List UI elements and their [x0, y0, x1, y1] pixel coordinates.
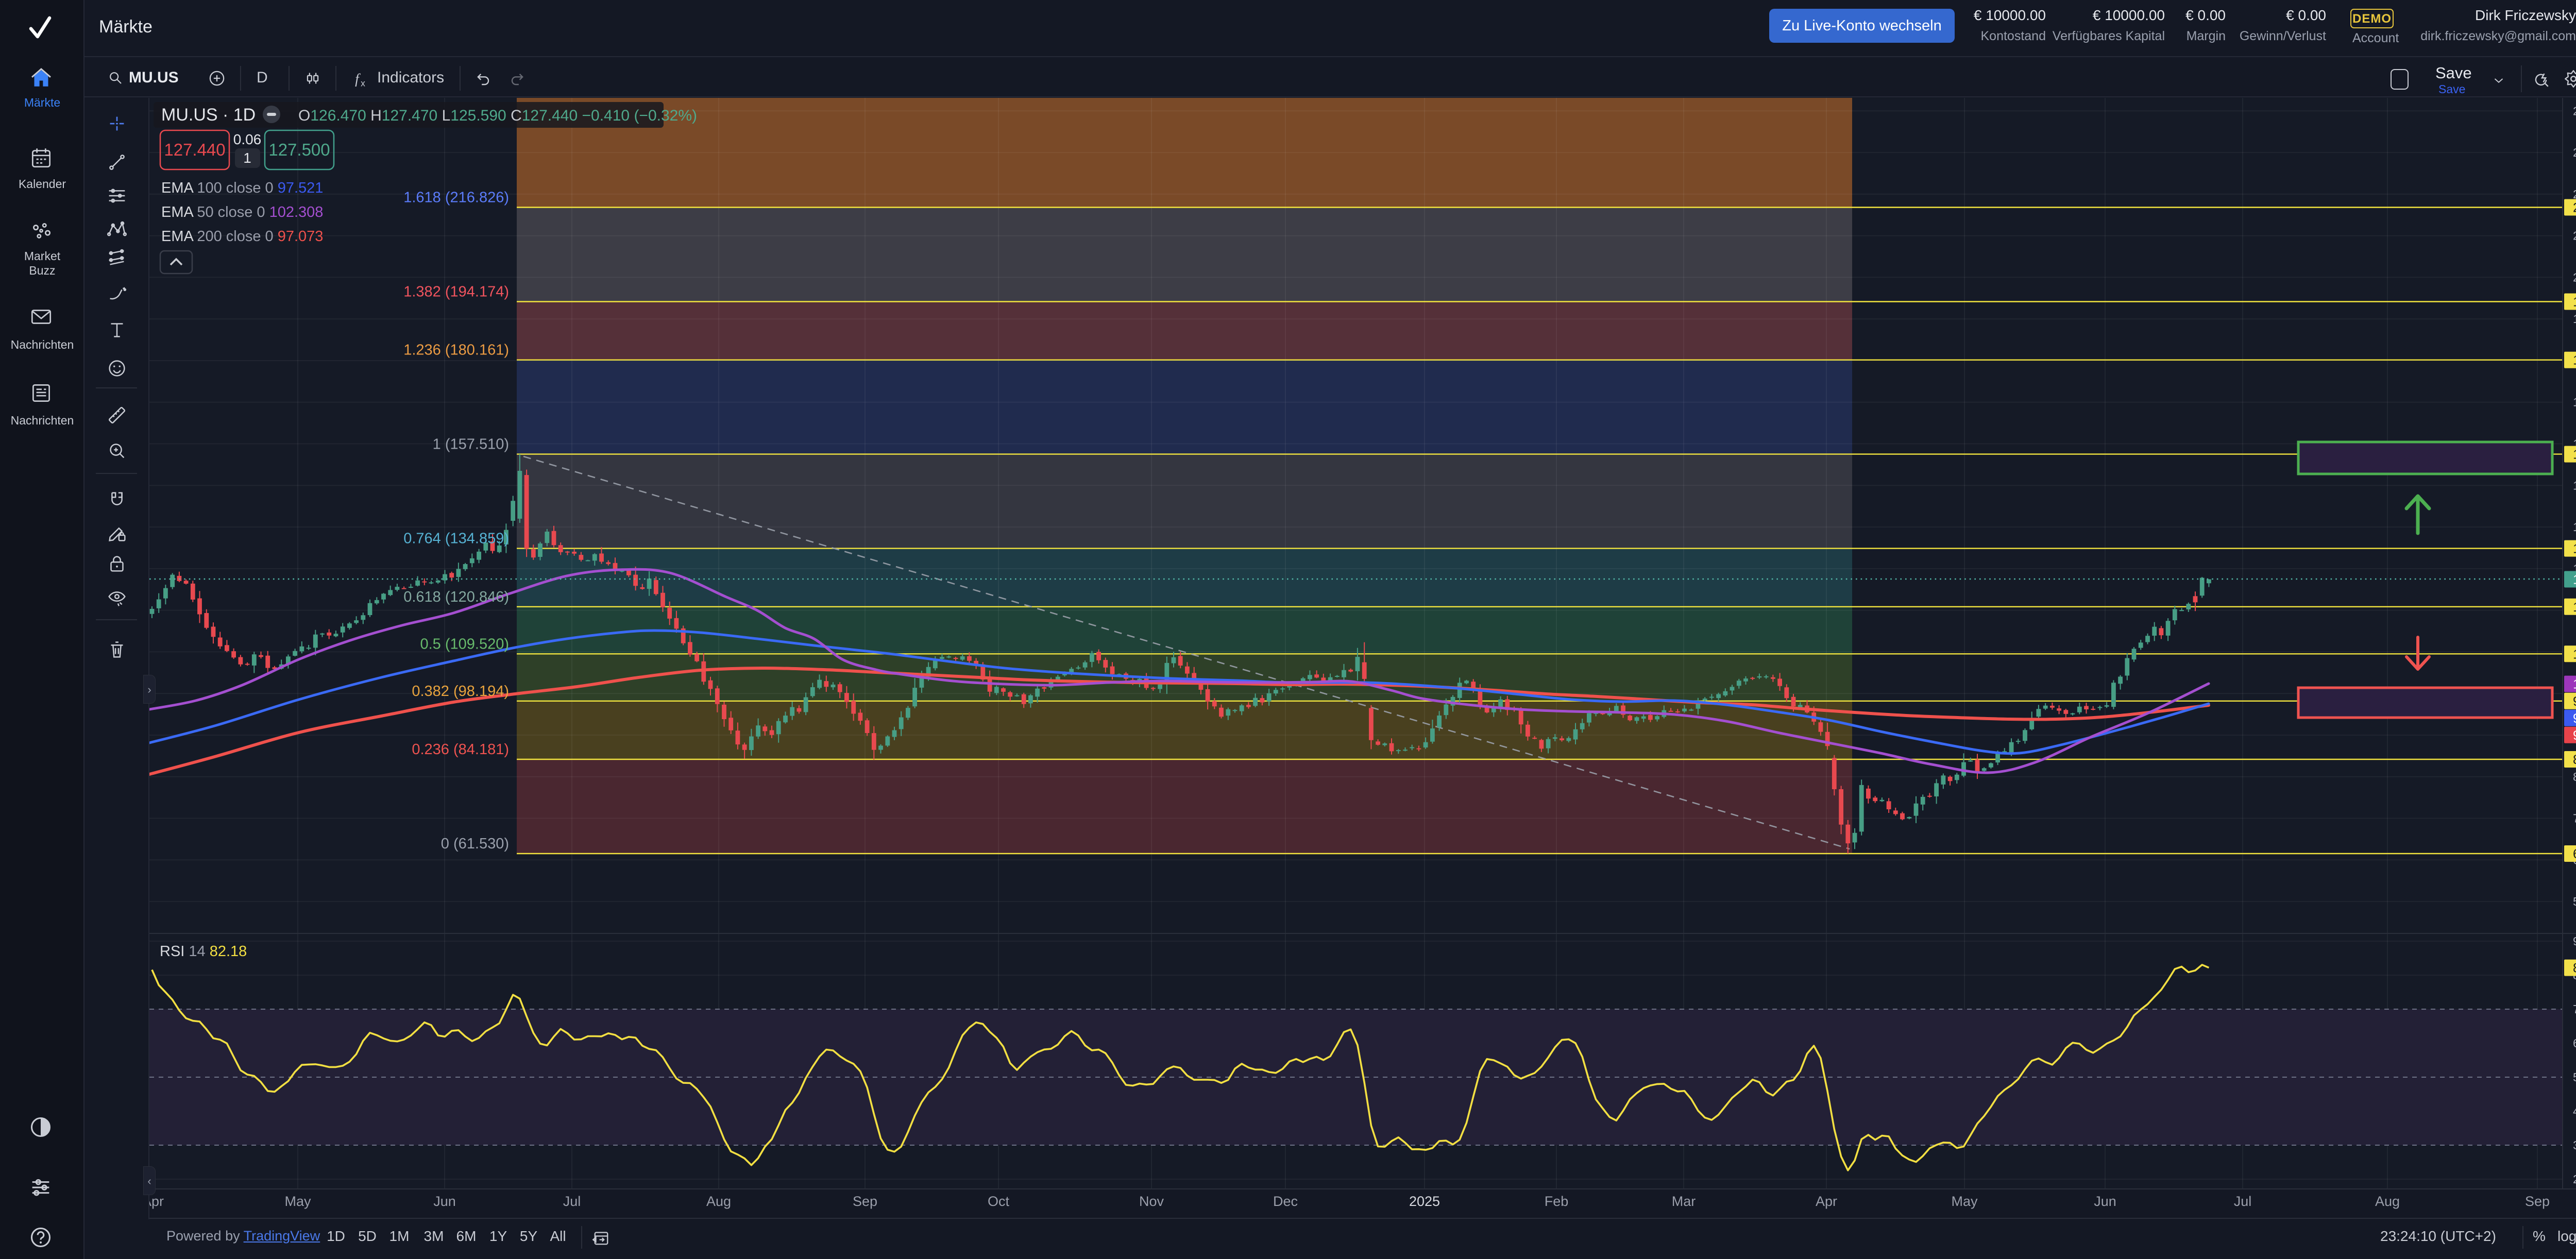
svg-text:50.000: 50.000: [2573, 895, 2576, 908]
svg-text:127.440: 127.440: [164, 140, 225, 159]
svg-text:Aug: Aug: [2375, 1194, 2400, 1209]
svg-text:61.530: 61.530: [2573, 847, 2576, 861]
svg-text:0.06: 0.06: [233, 131, 262, 147]
svg-text:109.520: 109.520: [2573, 647, 2576, 661]
svg-text:2025: 2025: [1409, 1194, 1440, 1209]
svg-text:127.500: 127.500: [268, 140, 330, 159]
svg-text:40.00: 40.00: [2573, 1104, 2576, 1118]
svg-text:Mar: Mar: [1672, 1194, 1696, 1209]
svg-text:x: x: [361, 78, 365, 89]
svg-text:May: May: [1951, 1194, 1978, 1209]
svg-text:102.308: 102.308: [2573, 677, 2576, 692]
svg-text:134.859: 134.859: [2573, 542, 2576, 556]
svg-text:0.618 (120.846): 0.618 (120.846): [403, 589, 509, 605]
svg-text:140.000: 140.000: [2573, 520, 2576, 534]
svg-text:0.382 (98.194): 0.382 (98.194): [412, 683, 509, 700]
svg-text:1.236 (180.161): 1.236 (180.161): [403, 342, 509, 359]
svg-text:240.000: 240.000: [2573, 104, 2576, 117]
svg-text:Jul: Jul: [2234, 1194, 2252, 1209]
svg-text:0.236 (84.181): 0.236 (84.181): [412, 741, 509, 758]
svg-text:97.521: 97.521: [2573, 711, 2576, 726]
svg-text:230.000: 230.000: [2573, 146, 2576, 159]
svg-text:157.510: 157.510: [2573, 448, 2576, 462]
svg-text:80.000: 80.000: [2573, 770, 2576, 784]
svg-text:90.00: 90.00: [2573, 934, 2576, 948]
svg-text:150.000: 150.000: [2573, 479, 2576, 492]
svg-text:216.826: 216.826: [2573, 201, 2576, 215]
svg-text:Jun: Jun: [433, 1194, 456, 1209]
svg-text:200.000: 200.000: [2573, 270, 2576, 284]
svg-text:EMA 200 close 0 97.073: EMA 200 close 0 97.073: [161, 228, 323, 245]
svg-text:Aug: Aug: [706, 1194, 731, 1209]
svg-text:Apr: Apr: [1816, 1194, 1837, 1209]
svg-text:97.073: 97.073: [2573, 728, 2576, 743]
svg-text:EMA 100 close 0 97.521: EMA 100 close 0 97.521: [161, 180, 323, 196]
svg-text:60.00: 60.00: [2573, 1036, 2576, 1050]
svg-text:f: f: [355, 71, 361, 87]
svg-text:Dec: Dec: [1273, 1194, 1298, 1209]
svg-text:0 (61.530): 0 (61.530): [441, 836, 509, 852]
svg-text:1.382 (194.174): 1.382 (194.174): [403, 284, 509, 300]
svg-text:20.00: 20.00: [2573, 1172, 2576, 1186]
svg-text:0.5 (109.520): 0.5 (109.520): [420, 636, 509, 652]
svg-text:220.000: 220.000: [2573, 188, 2576, 201]
svg-text:70.00: 70.00: [2573, 1002, 2576, 1016]
svg-text:MU.US · 1D: MU.US · 1D: [161, 105, 256, 125]
svg-text:180.161: 180.161: [2573, 353, 2576, 368]
svg-text:127.440: 127.440: [2573, 573, 2576, 587]
svg-text:82.18: 82.18: [2573, 961, 2576, 976]
svg-text:Oct: Oct: [988, 1194, 1010, 1209]
svg-text:1 (157.510): 1 (157.510): [433, 436, 509, 453]
svg-text:May: May: [284, 1194, 311, 1209]
svg-text:Sep: Sep: [853, 1194, 877, 1209]
svg-text:Feb: Feb: [1545, 1194, 1569, 1209]
svg-text:84.181: 84.181: [2573, 753, 2576, 767]
svg-text:EMA 50 close 0 102.308: EMA 50 close 0 102.308: [161, 204, 323, 220]
svg-text:170.000: 170.000: [2573, 396, 2576, 409]
svg-text:50.00: 50.00: [2573, 1070, 2576, 1084]
svg-text:1: 1: [243, 150, 251, 166]
svg-text:Jun: Jun: [2094, 1194, 2116, 1209]
svg-text:98.194: 98.194: [2573, 694, 2576, 709]
svg-text:Nov: Nov: [1139, 1194, 1164, 1209]
svg-text:210.000: 210.000: [2573, 229, 2576, 243]
svg-text:70.000: 70.000: [2573, 812, 2576, 825]
svg-text:30.00: 30.00: [2573, 1138, 2576, 1152]
svg-text:O126.470 H127.470 L125.590 C12: O126.470 H127.470 L125.590 C127.440 −0.4…: [298, 107, 697, 124]
svg-text:RSI 14 82.18: RSI 14 82.18: [160, 943, 247, 960]
svg-text:1.618 (216.826): 1.618 (216.826): [403, 190, 509, 206]
svg-text:Sep: Sep: [2525, 1194, 2550, 1209]
svg-text:0.764 (134.859): 0.764 (134.859): [403, 531, 509, 547]
svg-text:Jul: Jul: [563, 1194, 581, 1209]
svg-text:194.174: 194.174: [2573, 295, 2576, 310]
svg-text:120.846: 120.846: [2573, 600, 2576, 615]
svg-text:190.000: 190.000: [2573, 312, 2576, 326]
